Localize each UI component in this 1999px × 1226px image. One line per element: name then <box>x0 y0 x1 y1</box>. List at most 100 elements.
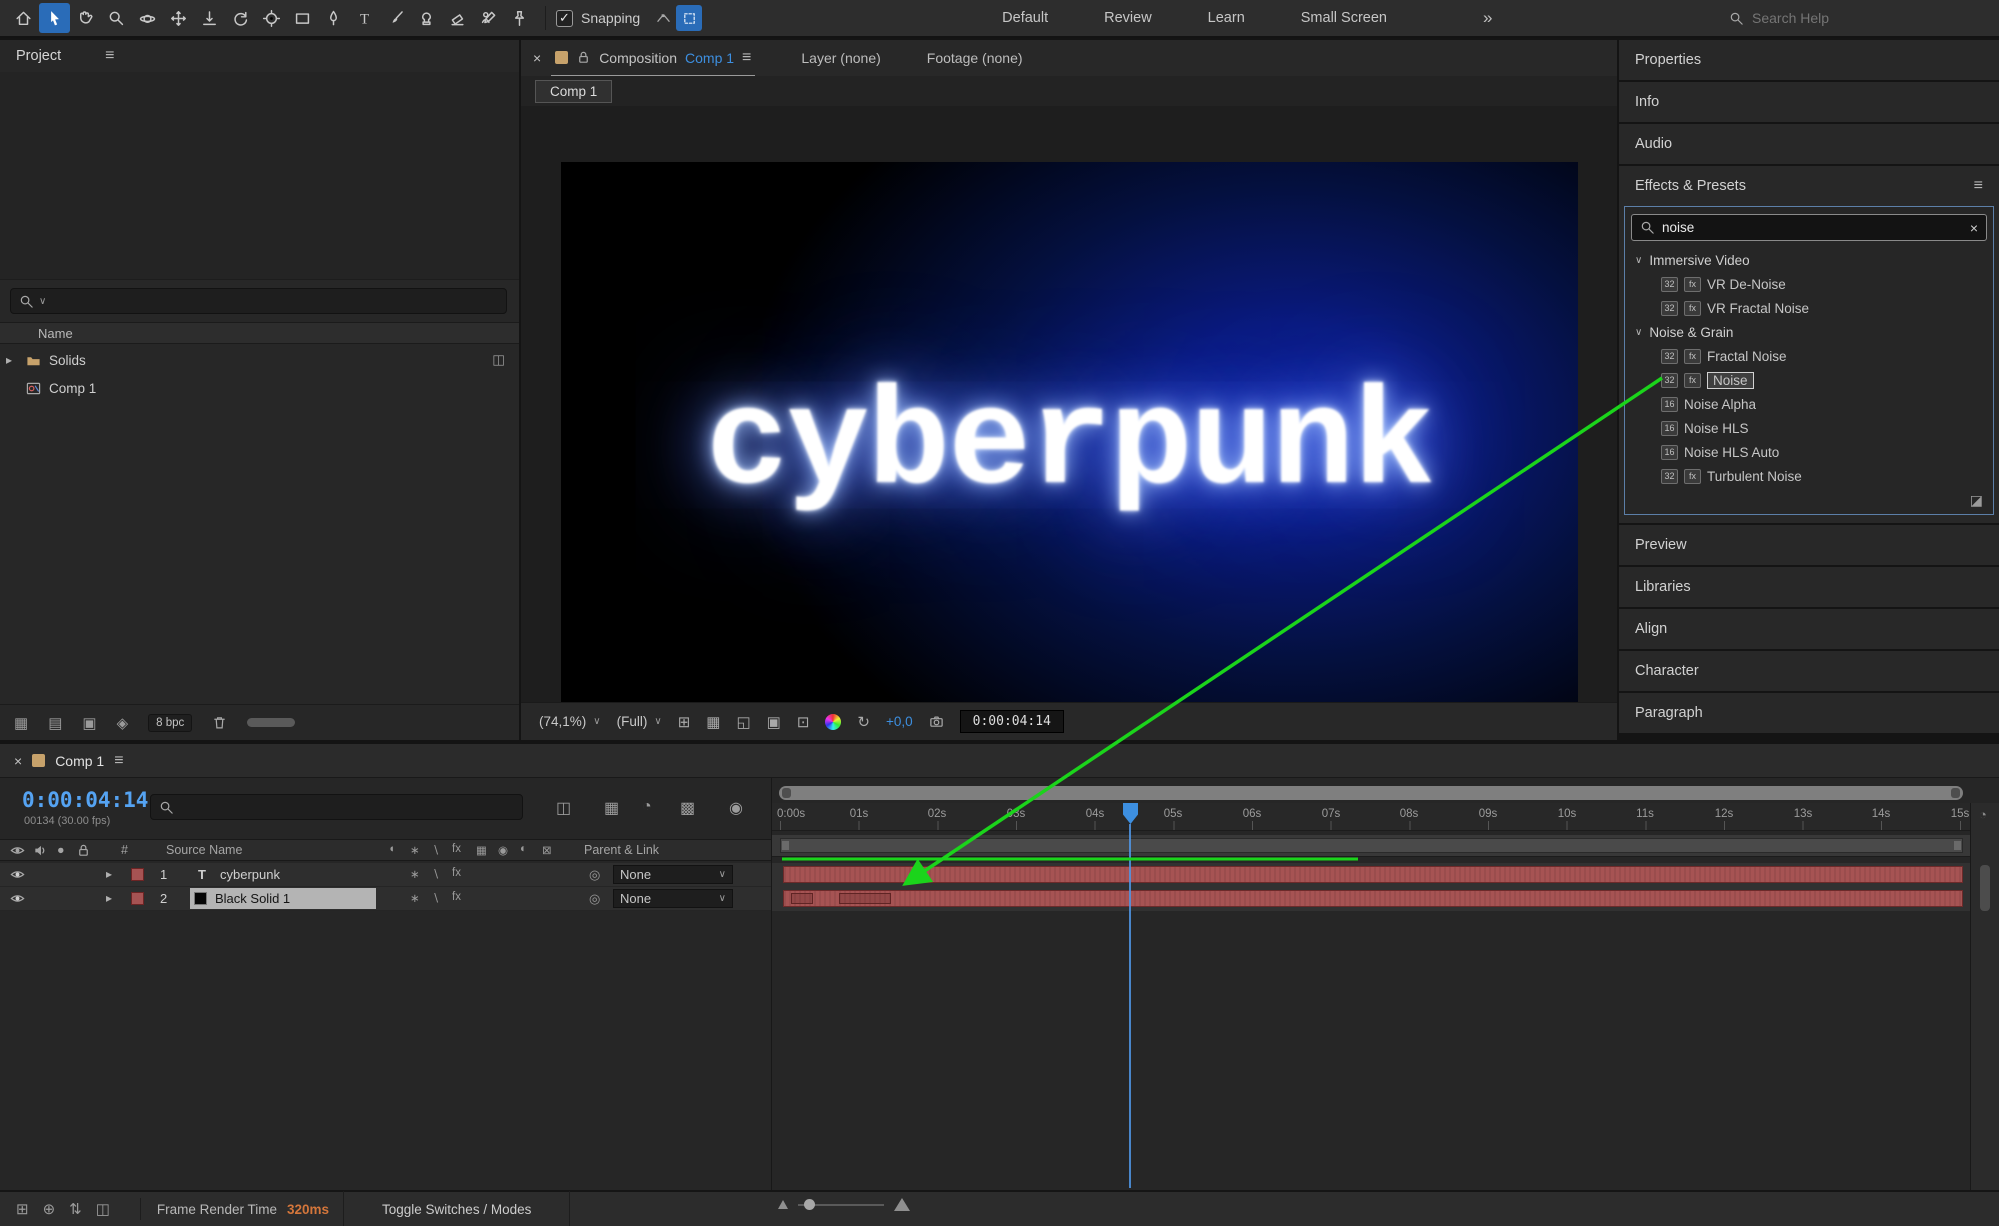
layer-row-black-solid[interactable]: ▸ 2 Black Solid 1 ∗ ∖ fx ◎ None∨ <box>0 887 771 911</box>
work-area-end-handle[interactable] <box>1954 841 1961 850</box>
panel-audio[interactable]: Audio <box>1619 124 1999 164</box>
rotation-tool-button[interactable] <box>225 3 256 33</box>
motion-blur-button[interactable]: ◉ <box>729 798 743 818</box>
home-button[interactable] <box>8 3 39 33</box>
dolly-camera-tool-button[interactable] <box>194 3 225 33</box>
resolution-dropdown[interactable]: (Full)∨ <box>617 714 662 729</box>
effect-duration-box[interactable] <box>839 893 891 904</box>
workspace-learn[interactable]: Learn <box>1208 10 1245 26</box>
fx-switch-icon[interactable]: fx <box>452 891 461 903</box>
playhead-line[interactable] <box>1129 824 1131 1188</box>
timeline-tab-comp1[interactable]: Comp 1 <box>55 753 104 769</box>
effects-search-box[interactable]: × <box>1631 214 1987 241</box>
toggle-switches-modes-button[interactable]: Toggle Switches / Modes <box>343 1191 570 1226</box>
new-animation-preset-icon[interactable]: ◪ <box>1970 492 1983 509</box>
tab-composition[interactable]: Composition Comp 1 ≡ <box>551 40 755 76</box>
workspace-small-screen[interactable]: Small Screen <box>1301 10 1387 26</box>
work-area-bar[interactable] <box>780 838 1963 853</box>
composition-canvas[interactable]: cyberpunk <box>561 162 1578 730</box>
orbit-camera-tool-button[interactable] <box>132 3 163 33</box>
timeline-track-area[interactable] <box>771 863 1970 911</box>
quality-switch-icon[interactable]: ∖ <box>432 891 439 905</box>
snapping-checkbox[interactable]: ✓ <box>556 10 573 27</box>
navigator-start-grip[interactable] <box>782 788 791 798</box>
region-of-interest-button[interactable]: ▣ <box>767 713 781 731</box>
clear-search-icon[interactable]: × <box>1970 220 1978 236</box>
comp-mini-flowchart-button[interactable]: ◫ <box>556 798 571 818</box>
source-name-column-header[interactable]: Source Name <box>166 843 242 857</box>
project-row-comp1[interactable]: Comp 1 <box>0 374 519 402</box>
effects-presets-header[interactable]: Effects & Presets ≡ <box>1619 166 1999 206</box>
effect-item-noise-alpha[interactable]: 16 Noise Alpha <box>1625 392 1993 416</box>
zoom-in-mountain-icon[interactable] <box>894 1198 910 1211</box>
expander-icon[interactable]: ▸ <box>100 891 118 905</box>
workspace-review[interactable]: Review <box>1104 10 1152 26</box>
panel-menu-icon[interactable]: ≡ <box>114 752 123 770</box>
draft-3d-button[interactable]: ▦ <box>604 798 619 818</box>
time-ruler[interactable]: 0:00s 01s 02s 03s 04s 05s 06s 07s 08s 09… <box>771 803 1970 831</box>
frame-blending-button[interactable]: ▩ <box>680 798 695 818</box>
vertical-scrollbar-thumb[interactable] <box>1980 865 1990 911</box>
eraser-tool-button[interactable] <box>442 3 473 33</box>
effect-item-noise[interactable]: 32 fx Noise <box>1625 368 1993 392</box>
collapse-switch-icon[interactable]: ∗ <box>410 867 420 881</box>
layer-row-cyberpunk[interactable]: ▸ 1 T cyberpunk ∗ ∖ fx ◎ None∨ <box>0 863 771 887</box>
exposure-value[interactable]: +0,0 <box>886 714 913 729</box>
panel-properties[interactable]: Properties <box>1619 40 1999 80</box>
snapshot-camera-icon[interactable] <box>929 714 944 729</box>
parent-link-column-header[interactable]: Parent & Link <box>584 843 659 857</box>
quality-switch-icon[interactable]: ∖ <box>432 867 439 881</box>
effect-item-noise-hls-auto[interactable]: 16 Noise HLS Auto <box>1625 440 1993 464</box>
selected-layer-name-cell[interactable]: Black Solid 1 <box>190 888 376 909</box>
parent-dropdown[interactable]: None∨ <box>613 889 733 908</box>
expand-layer-switches-button[interactable]: ⊞ <box>16 1200 29 1218</box>
color-management-icon[interactable] <box>825 714 841 730</box>
help-search-input[interactable] <box>1752 10 1981 26</box>
trash-icon[interactable] <box>212 715 227 730</box>
navigator-end-grip[interactable] <box>1951 788 1960 798</box>
label-color-chip[interactable] <box>131 892 144 905</box>
panel-character[interactable]: Character <box>1619 651 1999 691</box>
grid-guides-button[interactable]: ⊞ <box>678 713 691 731</box>
comp-breadcrumb[interactable]: Comp 1 <box>535 80 612 103</box>
work-area-start-handle[interactable] <box>782 841 789 850</box>
shy-column-icon[interactable]: ◖ <box>388 843 395 855</box>
hide-shy-layers-button[interactable]: ◔ <box>642 798 652 816</box>
expander-icon[interactable]: ▸ <box>0 353 18 367</box>
effects-group-immersive-video[interactable]: ∨ Immersive Video <box>1625 248 1993 272</box>
video-column-eye-icon[interactable] <box>10 843 25 858</box>
roto-brush-tool-button[interactable] <box>473 3 504 33</box>
reset-exposure-icon[interactable]: ↻ <box>857 713 870 731</box>
effect-duration-box[interactable] <box>791 893 813 904</box>
adjustment-column-icon[interactable]: ◐ <box>520 843 527 855</box>
project-tab-label[interactable]: Project <box>16 48 61 64</box>
timeline-split-divider[interactable] <box>771 778 772 1190</box>
pan-behind-tool-button[interactable] <box>256 3 287 33</box>
layer-name[interactable]: cyberpunk <box>220 867 280 882</box>
current-timecode[interactable]: 0:00:04:14 <box>22 788 148 812</box>
pen-tool-button[interactable] <box>318 3 349 33</box>
magnification-dropdown[interactable]: (74,1%)∨ <box>539 714 601 729</box>
number-column-header[interactable]: # <box>121 843 128 857</box>
close-tab-icon[interactable]: × <box>14 753 22 769</box>
threed-column-icon[interactable]: ⊠ <box>542 843 552 857</box>
work-area-track[interactable] <box>771 835 1970 857</box>
zoom-slider-handle[interactable] <box>804 1199 815 1210</box>
panel-align[interactable]: Align <box>1619 609 1999 649</box>
close-tab-icon[interactable]: × <box>533 50 541 66</box>
panel-paragraph[interactable]: Paragraph <box>1619 693 1999 733</box>
panel-menu-icon[interactable]: ≡ <box>742 49 751 67</box>
comp-marker-icon[interactable]: ◔ <box>1979 807 1987 822</box>
puppet-pin-tool-button[interactable] <box>504 3 535 33</box>
layer-visibility-eye-icon[interactable] <box>10 867 25 882</box>
viewer-timecode[interactable]: 0:00:04:14 <box>960 710 1064 733</box>
panel-menu-icon[interactable]: ≡ <box>1974 177 1983 195</box>
snap-beyond-edges-button[interactable] <box>676 5 702 31</box>
create-comp-icon[interactable]: ▣ <box>82 714 96 732</box>
interpret-footage-icon[interactable]: ▦ <box>14 714 28 732</box>
solo-column-icon[interactable]: ● <box>57 843 65 857</box>
fx-column-icon[interactable]: fx <box>452 843 461 855</box>
panel-preview[interactable]: Preview <box>1619 525 1999 565</box>
panel-libraries[interactable]: Libraries <box>1619 567 1999 607</box>
fx-switch-icon[interactable]: fx <box>452 867 461 879</box>
